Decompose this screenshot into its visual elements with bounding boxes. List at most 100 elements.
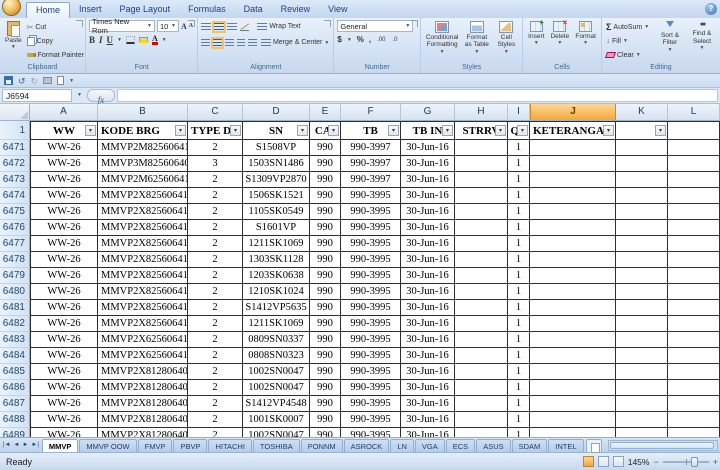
- align-left-icon[interactable]: [201, 39, 210, 47]
- cell[interactable]: 30-Jun-16: [401, 252, 455, 268]
- header-cell[interactable]: KETERANGAN▾: [530, 121, 616, 140]
- copy-button[interactable]: Copy: [26, 35, 85, 48]
- filter-dropdown-icon[interactable]: ▾: [297, 125, 308, 136]
- cell[interactable]: [668, 204, 720, 220]
- cell[interactable]: 1: [508, 316, 530, 332]
- cell[interactable]: [530, 316, 616, 332]
- cell[interactable]: 30-Jun-16: [401, 364, 455, 380]
- cell[interactable]: WW-26: [30, 284, 98, 300]
- cell[interactable]: [668, 364, 720, 380]
- cell[interactable]: 1506SK1521: [243, 188, 310, 204]
- sheet-tab-pbvp[interactable]: PBVP: [173, 439, 207, 452]
- cell[interactable]: WW-26: [30, 236, 98, 252]
- cell[interactable]: MMVP2M825606416: [98, 140, 188, 156]
- filter-dropdown-icon[interactable]: ▾: [230, 125, 241, 136]
- cell[interactable]: 1503SN1486: [243, 156, 310, 172]
- cell[interactable]: S1508VP: [243, 140, 310, 156]
- cell[interactable]: 2: [188, 220, 243, 236]
- cell[interactable]: [668, 188, 720, 204]
- cell[interactable]: [616, 412, 668, 428]
- cell[interactable]: [616, 396, 668, 412]
- cell[interactable]: [616, 204, 668, 220]
- cell[interactable]: 30-Jun-16: [401, 316, 455, 332]
- cell[interactable]: 990: [310, 428, 341, 437]
- increase-indent-icon[interactable]: [248, 39, 257, 47]
- normal-view-icon[interactable]: [583, 456, 594, 467]
- cell[interactable]: 1: [508, 348, 530, 364]
- cell[interactable]: 1002SN0047: [243, 380, 310, 396]
- header-cell[interactable]: TYPE DD▾: [188, 121, 243, 140]
- dialog-launcher-icon[interactable]: [324, 20, 331, 27]
- help-icon[interactable]: ?: [705, 3, 717, 15]
- cell[interactable]: 990-3995: [341, 188, 401, 204]
- format-cells-button[interactable]: Format ▼: [573, 20, 598, 62]
- header-cell[interactable]: STRRV▾: [455, 121, 508, 140]
- column-header-H[interactable]: H: [455, 104, 508, 120]
- cell[interactable]: 990: [310, 284, 341, 300]
- cell[interactable]: S1412VP5635: [243, 300, 310, 316]
- cell[interactable]: [455, 364, 508, 380]
- cell[interactable]: 990: [310, 300, 341, 316]
- ribbon-tab-home[interactable]: Home: [26, 2, 70, 18]
- cell[interactable]: [668, 268, 720, 284]
- cell[interactable]: [530, 220, 616, 236]
- cell[interactable]: MMVP2X812806408: [98, 428, 188, 437]
- cell[interactable]: 1001SK0007: [243, 412, 310, 428]
- align-middle-icon[interactable]: [214, 23, 224, 31]
- cell[interactable]: [668, 220, 720, 236]
- cell[interactable]: 1: [508, 380, 530, 396]
- row-header-6471[interactable]: 6471: [0, 140, 30, 156]
- ribbon-tab-view[interactable]: View: [319, 2, 356, 18]
- wrap-text-button[interactable]: Wrap Text: [256, 20, 301, 33]
- sort-filter-button[interactable]: Sort & Filter ▼: [655, 20, 685, 62]
- column-header-B[interactable]: B: [98, 104, 188, 120]
- cell[interactable]: 990-3995: [341, 428, 401, 437]
- cell[interactable]: [668, 396, 720, 412]
- row-header-6478[interactable]: 6478: [0, 252, 30, 268]
- borders-button[interactable]: [126, 36, 135, 44]
- italic-button[interactable]: I: [99, 35, 103, 45]
- cell[interactable]: [455, 140, 508, 156]
- cell[interactable]: 990: [310, 252, 341, 268]
- cell[interactable]: [530, 156, 616, 172]
- cell[interactable]: MMVP2X812806408: [98, 396, 188, 412]
- cell[interactable]: 2: [188, 348, 243, 364]
- cell[interactable]: MMVP2M625606416: [98, 172, 188, 188]
- cell[interactable]: 990-3995: [341, 300, 401, 316]
- row-header-6489[interactable]: 6489: [0, 428, 30, 437]
- zoom-in-icon[interactable]: +: [713, 457, 718, 467]
- cell[interactable]: 990: [310, 364, 341, 380]
- cell[interactable]: 1303SK1128: [243, 252, 310, 268]
- cell[interactable]: 990-3995: [341, 268, 401, 284]
- save-icon[interactable]: [4, 76, 13, 85]
- cell[interactable]: [616, 380, 668, 396]
- cell[interactable]: MMVP2X812806408: [98, 412, 188, 428]
- page-break-view-icon[interactable]: [613, 456, 624, 467]
- row-header-1[interactable]: 1: [0, 121, 30, 140]
- cell[interactable]: [530, 268, 616, 284]
- cell[interactable]: 1203SK0638: [243, 268, 310, 284]
- cell[interactable]: 990-3995: [341, 284, 401, 300]
- row-header-6477[interactable]: 6477: [0, 236, 30, 252]
- row-header-6481[interactable]: 6481: [0, 300, 30, 316]
- row-header-6486[interactable]: 6486: [0, 380, 30, 396]
- filter-dropdown-icon[interactable]: ▾: [85, 125, 96, 136]
- ribbon-tab-formulas[interactable]: Formulas: [179, 2, 235, 18]
- cell[interactable]: [616, 300, 668, 316]
- cell[interactable]: 30-Jun-16: [401, 428, 455, 437]
- decrease-indent-icon[interactable]: [237, 39, 246, 47]
- cell[interactable]: 990-3995: [341, 332, 401, 348]
- cell[interactable]: 2: [188, 188, 243, 204]
- align-top-icon[interactable]: [201, 23, 211, 31]
- cell[interactable]: MMVP2X825606416: [98, 284, 188, 300]
- formula-input[interactable]: [117, 89, 718, 102]
- grow-font-button[interactable]: A: [181, 22, 187, 31]
- row-header-6479[interactable]: 6479: [0, 268, 30, 284]
- cell[interactable]: 990: [310, 220, 341, 236]
- cell[interactable]: S1412VP4548: [243, 396, 310, 412]
- cell[interactable]: [530, 236, 616, 252]
- cell[interactable]: 990: [310, 156, 341, 172]
- cell[interactable]: 990: [310, 396, 341, 412]
- cell[interactable]: [668, 412, 720, 428]
- filter-dropdown-icon[interactable]: ▾: [495, 125, 506, 136]
